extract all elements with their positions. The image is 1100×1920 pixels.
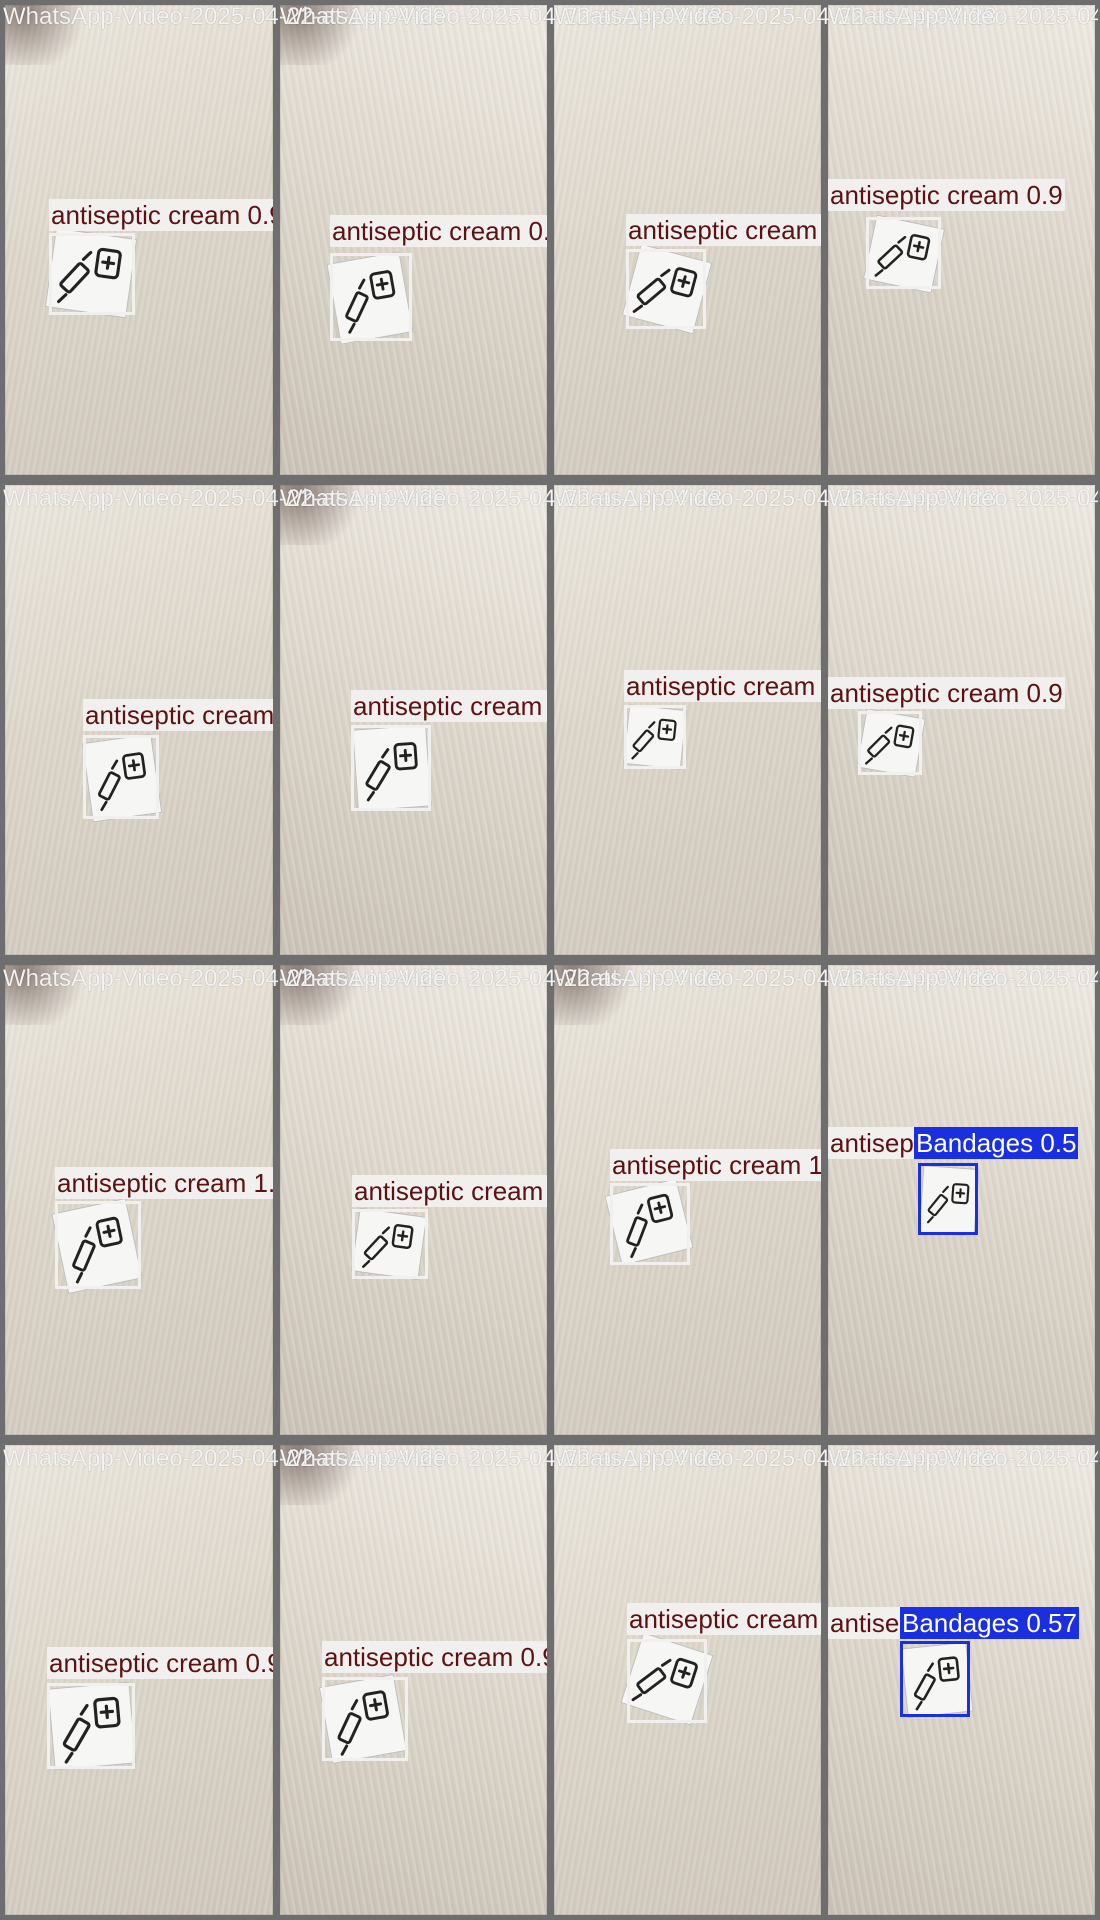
detection-label-bandages: Bandages 0.57 [900,1607,1079,1639]
detection-label: antiseptic cream 0.9 [828,677,1065,709]
detection-box [351,725,431,811]
filename-caption: WhatsApp-Video-2025-04-22-at-14-04-28 [828,3,1098,30]
detection-box-bandages [918,1163,978,1235]
image-tile: antiseptic cream 0.9 [5,1445,273,1915]
image-tile: antiseptic cream 0.9 [554,5,821,475]
filename-caption: WhatsApp-Video-2025-04-22-at-14-04-28 [828,1445,1098,1472]
detection-label: antiseptic cream 0.9 [624,670,821,702]
image-tile: antiseptic cream 0.9 [280,965,547,1435]
image-tile: antiseptic cream 0.9 [280,485,547,955]
detection-box [330,253,412,341]
detection-box [610,1183,690,1265]
detection-box [858,711,922,775]
image-tile: antiseptic cream 0.9 [280,5,547,475]
detection-box [866,217,941,289]
detection-box-bandages [900,1641,970,1717]
detection-label: antiseptic cream 0.9 [322,1641,547,1673]
detection-box [83,735,159,819]
detection-label: antiseptic cream 1.0 [55,1167,273,1199]
detection-box [322,1677,408,1761]
detection-box [627,1639,707,1723]
detection-label: antiseptic cream 0.9 [352,1175,547,1207]
detection-label: antiseptic cream 0.9 [49,199,273,231]
detection-label: antiseptic cream 1.0 [610,1149,821,1181]
detection-box [352,1209,428,1279]
filename-caption: WhatsApp-Video-2025-04-22-at-14-04-28 [828,965,1098,992]
image-tile: antiseptic cream 1.0 [5,965,273,1435]
image-tile: antiseptic cream 0.9 [828,5,1095,475]
detection-label: antiseptic cream 0.9 [828,179,1065,211]
detection-label: antiseptic cream 0.9 [626,214,821,246]
detection-box [47,1683,135,1769]
detection-box [55,1201,141,1289]
image-tile: antiseptic cream 1.0 Bandages 0.5 [828,965,1095,1435]
image-tile: antiseptic cream 0.9 [828,485,1095,955]
detection-label: antiseptic cream 0.9 [330,215,547,247]
image-tile: antiseptic cream 0.9 [5,5,273,475]
detection-grid: antiseptic cream 0.9 antiseptic cream 0.… [0,0,1100,1920]
detection-label-bandages: Bandages 0.5 [914,1127,1079,1159]
image-tile: antiseptic cream 0.9 [280,1445,547,1915]
filename-caption: WhatsApp-Video-2025-04-22-at-14-04-28 [828,485,1098,512]
image-tile: antiseptic cream 1.0 [554,965,821,1435]
detection-label: antiseptic cream 0.9 [83,699,273,731]
detection-box [626,249,706,329]
detection-box [624,705,686,769]
image-tile: antiseptic cream 0.9 [5,485,273,955]
detection-label: antiseptic cream [627,1603,821,1635]
image-tile: antiseptic cream [554,1445,821,1915]
image-tile: antiseptic cream 0.9 [554,485,821,955]
detection-box [49,233,135,315]
detection-label: antiseptic cream 0.9 [47,1647,273,1679]
image-tile: antiseptic cream Bandages 0.57 [828,1445,1095,1915]
detection-label: antiseptic cream 0.9 [351,690,547,722]
